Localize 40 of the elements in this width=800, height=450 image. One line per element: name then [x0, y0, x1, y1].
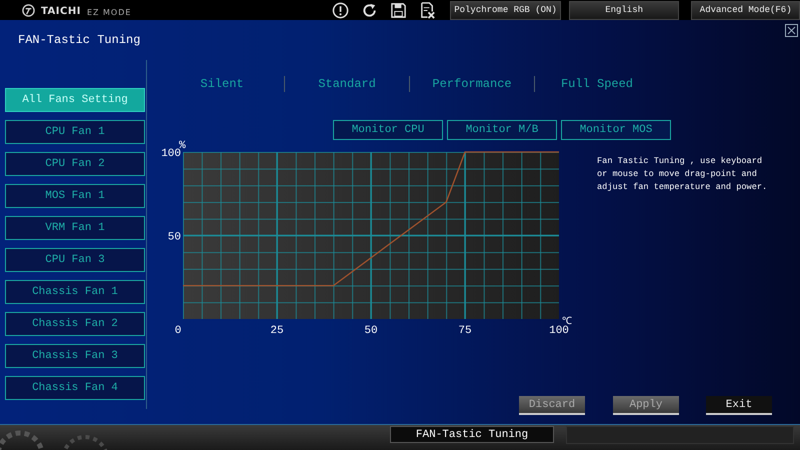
fan-tab[interactable]: Chassis Fan 1 [5, 280, 145, 304]
preset-option[interactable]: Performance [410, 77, 534, 91]
fan-tab[interactable]: Chassis Fan 4 [5, 376, 145, 400]
axis-unit: % [179, 140, 186, 152]
top-bar-button[interactable]: English [568, 0, 680, 20]
preset-option[interactable]: Full Speed [535, 77, 659, 91]
action-button[interactable]: Exit [706, 396, 772, 415]
save-icon[interactable] [390, 2, 408, 18]
tick-label: 50 [364, 325, 378, 336]
monitor-button[interactable]: Monitor MOS [561, 120, 671, 140]
tick-label: 50 [168, 232, 181, 244]
fan-tab[interactable]: CPU Fan 2 [5, 152, 145, 176]
fan-tab[interactable]: CPU Fan 1 [5, 120, 145, 144]
fan-tab[interactable]: Chassis Fan 3 [5, 344, 145, 368]
close-icon[interactable] [785, 24, 798, 37]
logo-icon [22, 4, 35, 16]
tick-label: 25 [270, 325, 284, 336]
help-text: Fan Tastic Tuning , use keyboard or mouse to move drag-point and adjust fan temperature and power. [597, 155, 768, 194]
fan-tab[interactable]: VRM Fan 1 [5, 216, 145, 240]
discard-file-icon[interactable] [419, 2, 436, 18]
top-bar-button[interactable]: Polychrome RGB (ON) [450, 0, 561, 20]
monitor-button[interactable]: Monitor CPU [333, 120, 443, 140]
warning-icon[interactable] [332, 2, 350, 18]
mode-label: EZ MODE [86, 8, 132, 16]
fan-tab[interactable]: Chassis Fan 2 [5, 312, 145, 336]
fan-curve[interactable] [183, 151, 559, 286]
fan-tab[interactable]: CPU Fan 3 [5, 248, 145, 272]
preset-option[interactable]: Silent [160, 77, 284, 91]
bottom-tab[interactable]: FAN-Tastic Tuning [390, 426, 554, 443]
brand-logo: TAICHI [41, 6, 81, 16]
tick-label: 100 [549, 325, 569, 336]
top-bar-button[interactable]: Advanced Mode(F6) [691, 0, 800, 20]
tick-label: 75 [458, 325, 472, 336]
monitor-button[interactable]: Monitor M/B [447, 120, 557, 140]
window-title: FAN-Tastic Tuning [18, 33, 140, 47]
tick-label: 100 [161, 148, 181, 160]
preset-option[interactable]: Standard [285, 77, 409, 91]
tick-label: 0 [174, 325, 182, 336]
refresh-icon[interactable] [361, 2, 378, 18]
fan-tab[interactable]: MOS Fan 1 [5, 184, 145, 208]
